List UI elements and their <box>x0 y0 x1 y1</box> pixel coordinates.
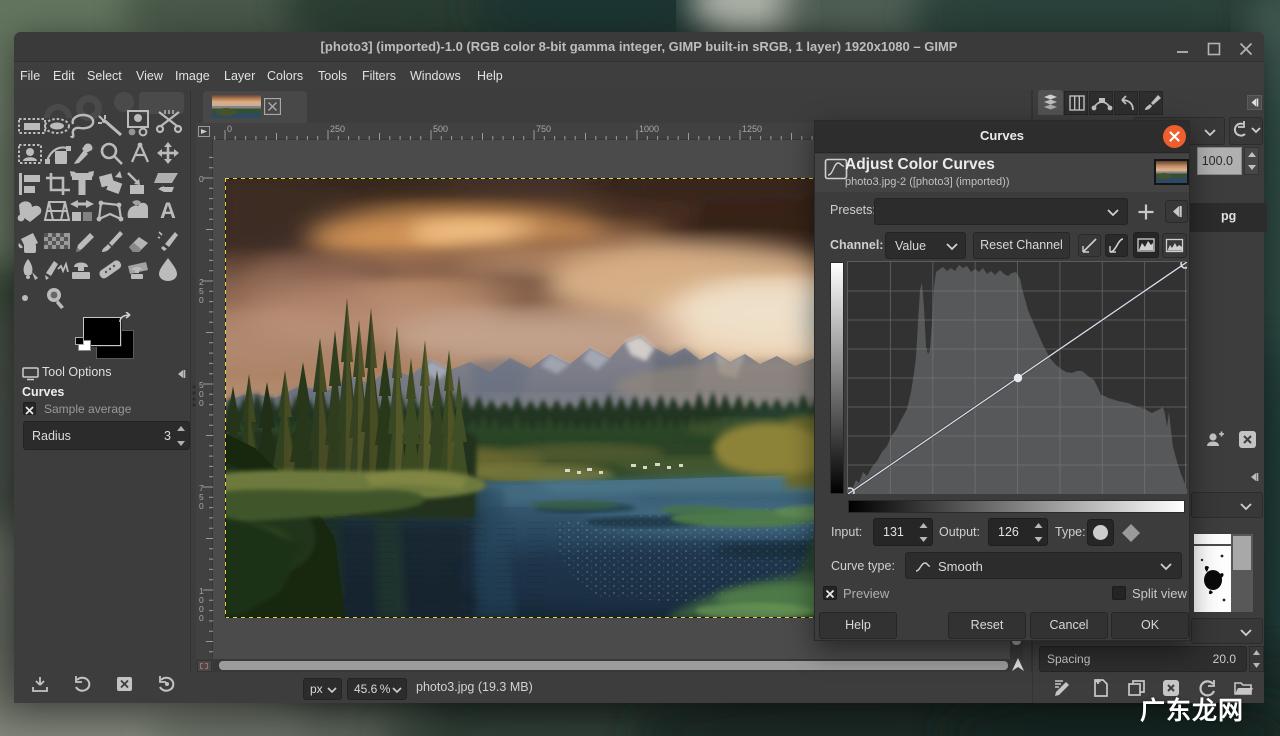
svg-text:0: 0 <box>199 295 204 305</box>
svg-text:0: 0 <box>199 398 204 408</box>
svg-text:750: 750 <box>536 124 551 134</box>
svg-text:1000: 1000 <box>639 124 659 134</box>
svg-text:A: A <box>160 198 176 223</box>
svg-text:1250: 1250 <box>742 124 762 134</box>
svg-text:500: 500 <box>433 124 448 134</box>
svg-text:0: 0 <box>199 501 204 511</box>
svg-text:0: 0 <box>227 124 232 134</box>
svg-text:0: 0 <box>199 613 204 623</box>
svg-text:0: 0 <box>199 174 204 184</box>
svg-text:250: 250 <box>330 124 345 134</box>
